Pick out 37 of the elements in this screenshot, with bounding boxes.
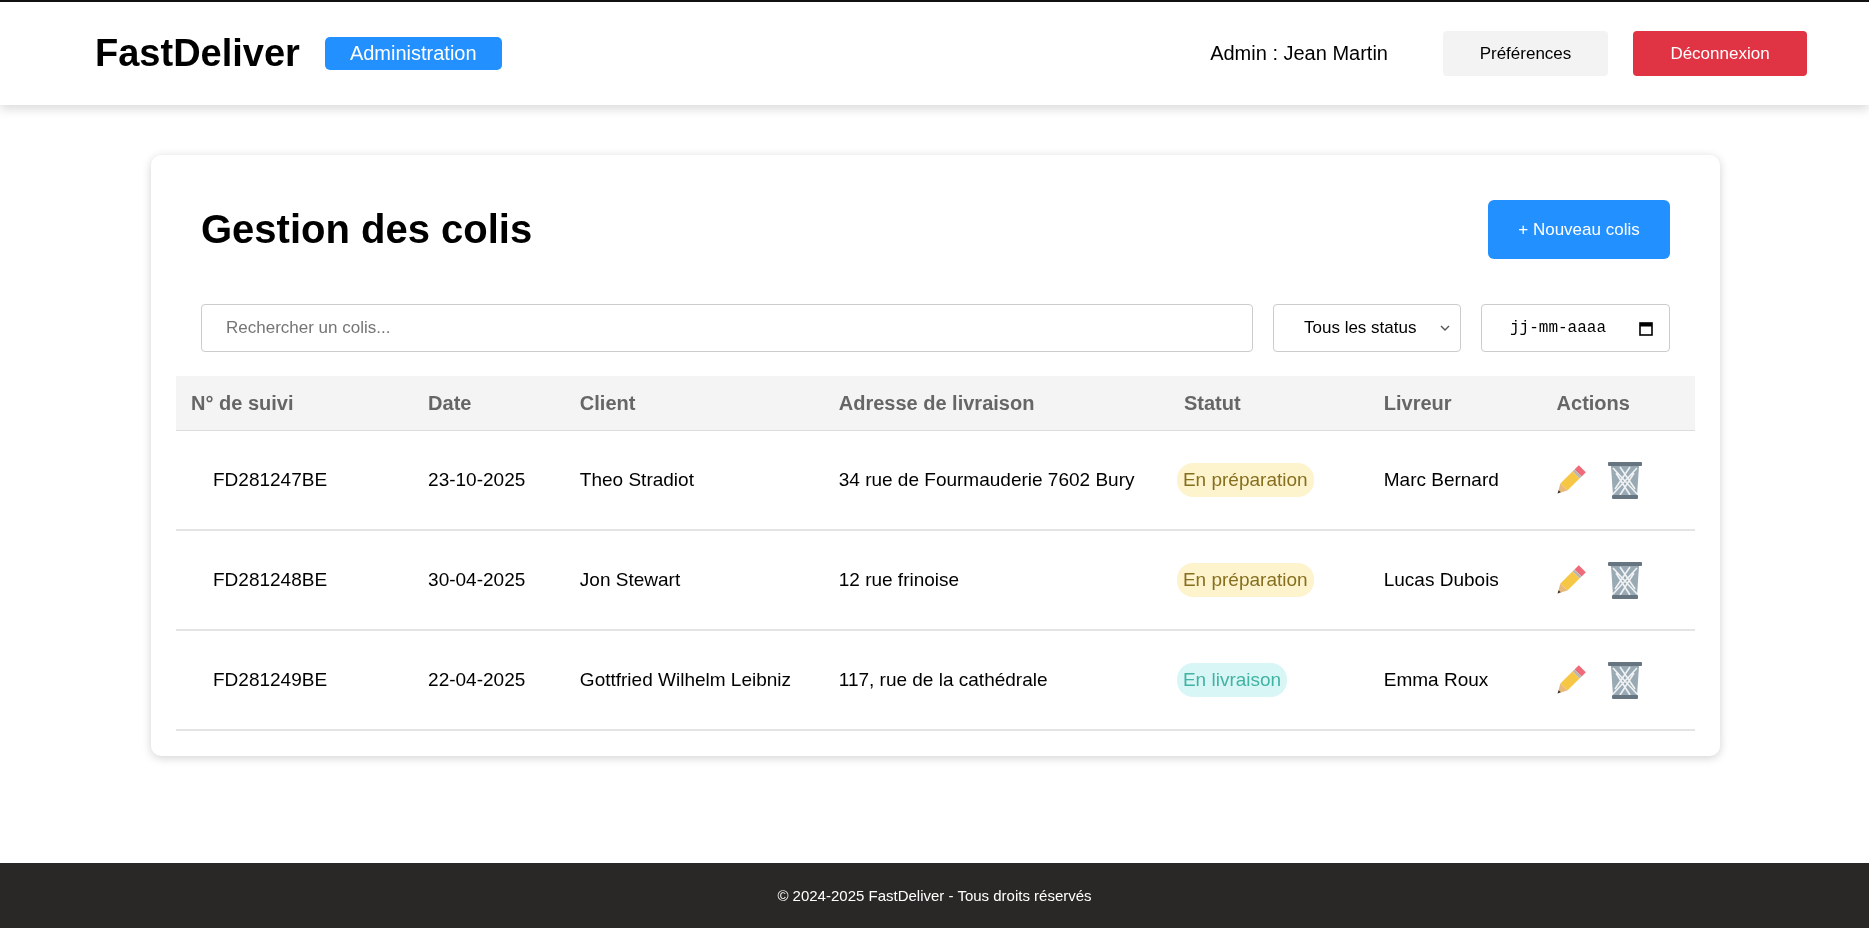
app-logo: FastDeliver <box>95 32 300 75</box>
column-header: Client <box>564 376 824 431</box>
date-cell: 22-04-2025 <box>428 669 526 690</box>
tracking-number: FD281248BE <box>213 569 328 590</box>
tracking-number: FD281249BE <box>213 669 328 690</box>
column-header: Actions <box>1541 376 1695 431</box>
preferences-button[interactable]: Préférences <box>1443 31 1608 76</box>
status-badge: En préparation <box>1176 463 1314 497</box>
search-field[interactable]: Rechercher un colis... <box>201 304 1253 352</box>
user-label: Admin : Jean Martin <box>1210 42 1388 65</box>
address-cell: 34 rue de Fourmauderie 7602 Bury <box>838 469 1135 490</box>
column-header: Statut <box>1168 376 1369 431</box>
column-header: Adresse de livraison <box>823 376 1169 431</box>
column-header: Livreur <box>1368 376 1542 431</box>
calendar-icon <box>1639 320 1653 336</box>
address-cell: 117, rue de la cathédrale <box>838 669 1048 690</box>
address-cell: 12 rue frinoise <box>838 569 960 590</box>
status-select[interactable]: Tous les status <box>1273 304 1461 352</box>
role-badge: Administration <box>324 37 502 70</box>
tracking-number: FD281247BE <box>213 469 328 490</box>
courier-name: Emma Roux <box>1383 669 1489 690</box>
date-field[interactable]: jj-mm-aaaa <box>1481 304 1670 352</box>
chevron-down-icon <box>1440 324 1450 332</box>
page-title: Gestion des colis <box>201 207 533 252</box>
client-name: Gottfried Wilhelm Leibniz <box>579 669 792 690</box>
column-header: Date <box>413 376 565 431</box>
courier-name: Marc Bernard <box>1383 469 1499 490</box>
client-name: Jon Stewart <box>579 569 681 590</box>
date-cell: 23-10-2025 <box>428 469 526 490</box>
date-cell: 30-04-2025 <box>428 569 526 590</box>
status-badge: En livraison <box>1176 663 1288 697</box>
status-badge: En préparation <box>1176 563 1314 597</box>
column-header: N° de suivi <box>176 376 414 431</box>
copyright-text: © 2024-2025 FastDeliver - Tous droits réservés <box>777 887 1092 904</box>
logout-button[interactable]: Déconnexion <box>1633 31 1807 76</box>
client-name: Theo Stradiot <box>579 469 694 490</box>
courier-name: Lucas Dubois <box>1383 569 1499 590</box>
